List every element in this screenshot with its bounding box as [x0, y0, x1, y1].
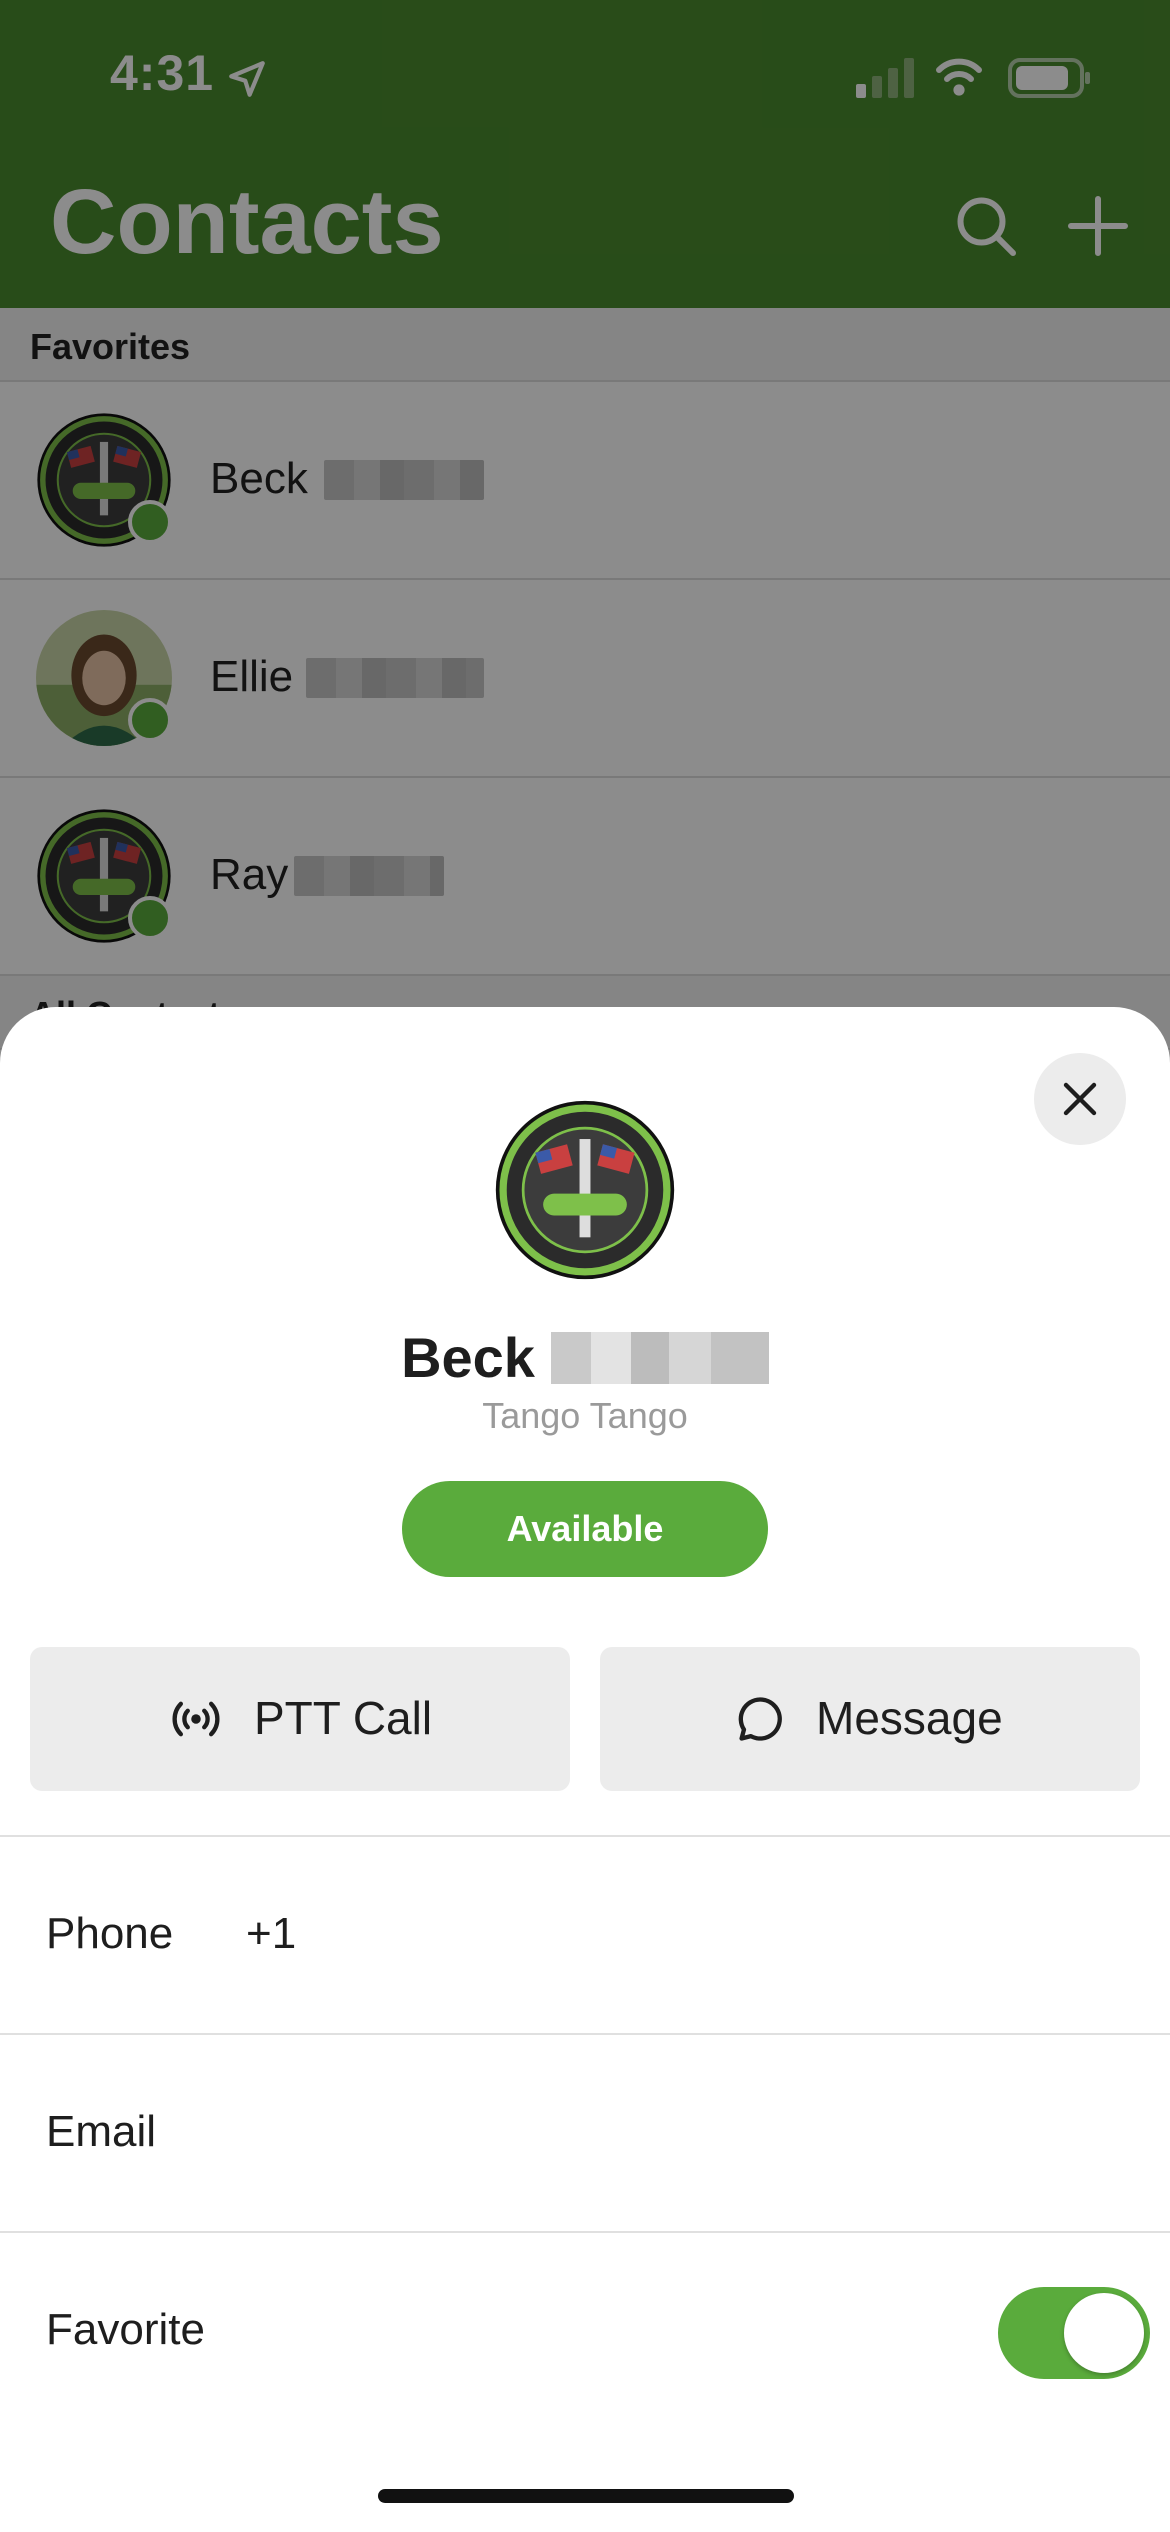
home-indicator[interactable]: [378, 2489, 794, 2503]
close-icon: [1063, 1082, 1097, 1116]
toggle-knob: [1064, 2293, 1144, 2373]
favorite-toggle[interactable]: [998, 2287, 1150, 2379]
email-row[interactable]: Email: [0, 2033, 1170, 2231]
phone-label: Phone: [46, 1909, 174, 1958]
message-bubble-icon: [738, 1697, 782, 1741]
phone-value[interactable]: +1: [246, 1909, 296, 1959]
redacted-surname: [550, 1331, 769, 1384]
contact-name-line: Beck: [0, 1325, 1170, 1390]
contact-name: Beck: [401, 1326, 535, 1389]
message-button[interactable]: Message: [600, 1647, 1140, 1791]
ptt-call-button[interactable]: PTT Call: [30, 1647, 570, 1791]
contact-detail-sheet: Beck Tango Tango Available PTT Call Mess…: [0, 1007, 1170, 2532]
contact-organization: Tango Tango: [482, 1395, 688, 1436]
status-badge[interactable]: Available: [402, 1481, 768, 1577]
ptt-call-label: PTT Call: [254, 1692, 433, 1744]
email-label: Email: [46, 2107, 157, 2156]
message-label: Message: [816, 1692, 1003, 1744]
contact-avatar: [494, 1099, 676, 1281]
close-button[interactable]: [1034, 1053, 1126, 1145]
ptt-broadcast-icon: [172, 1701, 220, 1737]
phone-row[interactable]: Phone +1: [0, 1835, 1170, 2033]
favorite-label: Favorite: [46, 2305, 205, 2354]
favorite-row: Favorite: [0, 2231, 1170, 2429]
